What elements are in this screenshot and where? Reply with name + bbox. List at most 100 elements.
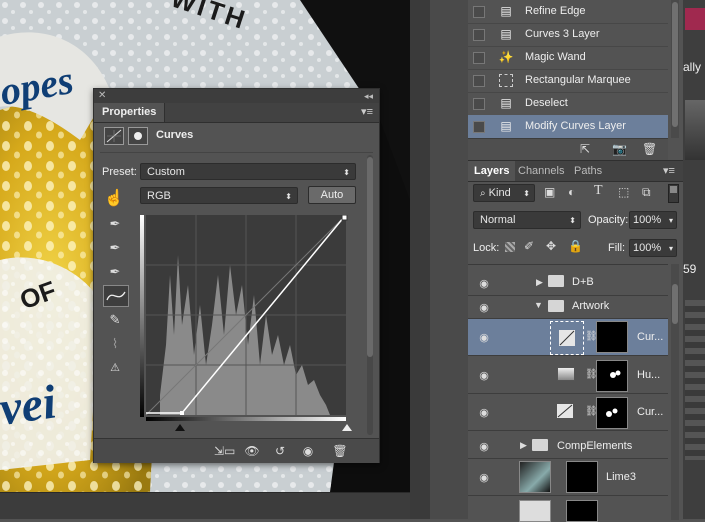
eyedropper-black-icon[interactable]: ✒ [106,215,124,233]
lock-position-icon[interactable]: ✥ [546,239,556,253]
dropdown-arrow-icon[interactable]: ▾ [669,240,673,257]
expand-arrow-icon[interactable]: ▶ [520,440,527,451]
layer-mask-icon[interactable] [128,127,148,145]
layer-row-group[interactable]: ◉ ▶ CompElements [468,434,668,459]
delete-state-icon[interactable]: 🗑 [642,142,657,156]
lock-all-icon[interactable]: 🔒 [568,239,583,253]
lock-transparency-icon[interactable] [505,242,515,252]
auto-button[interactable]: Auto [308,186,356,204]
history-scrollbar[interactable] [671,0,679,138]
history-brush-checkbox[interactable] [473,75,485,87]
expand-arrow-icon[interactable]: ▶ [536,277,543,288]
delete-adjustment-icon[interactable]: 🗑 [330,443,350,459]
layer-row[interactable]: ◉ Lime3 [468,459,668,496]
select-arrows-icon: ⬍ [569,216,576,225]
panel-menu-icon[interactable]: ▾≡ [361,105,373,118]
reset-icon[interactable]: ↺ [270,443,290,459]
layer-row[interactable]: ◉ ⛓ Cur... [468,394,668,431]
lock-pixels-icon[interactable]: ✐ [524,239,534,253]
layer-mask-thumbnail[interactable] [596,321,628,353]
collapse-icon[interactable]: ◂◂ [364,89,373,103]
opacity-input[interactable]: 100% ▾ [629,211,677,229]
layer-mask-thumbnail[interactable] [596,360,628,392]
color-swatch[interactable] [685,8,705,30]
visibility-eye-icon[interactable]: ◉ [476,369,492,382]
visibility-eye-icon[interactable]: ◉ [476,277,492,290]
layers-scrollbar[interactable] [671,264,679,520]
history-brush-checkbox[interactable] [473,52,485,64]
history-brush-checkbox[interactable] [473,121,485,133]
curves-graph[interactable] [140,214,348,423]
preset-select[interactable]: Custom ⬍ [140,163,356,180]
eyedropper-gray-icon[interactable]: ✒ [106,239,124,257]
filter-pixel-icon[interactable]: ▣ [544,185,555,199]
layer-row-partial[interactable] [468,496,668,522]
history-item[interactable]: ▤ Deselect [468,92,668,116]
panel-title-bar[interactable]: ✕ ◂◂ [94,89,379,103]
layer-thumbnail[interactable] [519,461,551,493]
clip-to-layer-icon[interactable]: ⇲▭ [214,443,235,459]
dropdown-arrow-icon[interactable]: ▾ [669,212,673,229]
targeted-adjustment-icon[interactable]: ☝ [104,188,124,208]
history-item-label: Refine Edge [525,5,586,17]
visibility-eye-icon[interactable]: ◉ [476,471,492,484]
history-item[interactable]: ▤ Curves 3 Layer [468,23,668,47]
layer-mask-thumbnail[interactable] [596,397,628,429]
white-point-slider[interactable] [342,424,352,431]
fill-label: Fill: [608,242,626,254]
horizontal-scrollbar[interactable] [0,492,410,519]
visibility-eye-icon[interactable]: ◉ [476,331,492,344]
history-item-active[interactable]: ▤ Modify Curves Layer [468,115,668,139]
history-brush-checkbox[interactable] [473,29,485,41]
layer-mask-thumbnail[interactable] [566,461,598,493]
collapse-arrow-icon[interactable]: ▼ [534,300,543,310]
history-item[interactable]: Rectangular Marquee [468,69,668,93]
smooth-curve-icon[interactable]: ⌇ [106,335,124,353]
curve-point-shadow[interactable] [180,411,184,415]
filter-toggle[interactable] [668,184,679,203]
curve-point-highlight[interactable] [341,214,348,221]
toggle-visibility-icon[interactable]: ◉ [298,443,318,459]
curve-points-tool-icon[interactable] [103,285,129,307]
visibility-eye-icon[interactable]: ◉ [476,301,492,314]
filter-adjustment-icon[interactable]: ◐ [568,185,575,199]
document-icon: ▤ [500,96,512,110]
layer-row-group[interactable]: ◉ ▶ D+B [468,271,668,296]
lock-label: Lock: [473,242,500,254]
tab-paths[interactable]: Paths [568,161,608,181]
filter-shape-icon[interactable]: ⬚ [618,185,629,199]
tab-layers[interactable]: Layers [468,161,516,181]
fill-input[interactable]: 100% ▾ [629,239,677,257]
pencil-icon[interactable]: ✎ [106,311,124,329]
history-footer: ⇱ 📷 🗑 [468,138,668,161]
layer-row-selected[interactable]: ◉ ⛓ Cur... [468,319,668,356]
history-item[interactable]: ▤ Refine Edge [468,0,668,24]
filter-kind-select[interactable]: ⌕ Kind ⬍ [473,184,535,202]
curves-graph-svg[interactable] [140,214,348,423]
new-snapshot-icon[interactable]: 📷 [612,142,627,156]
history-item[interactable]: ✨ Magic Wand [468,46,668,70]
clipping-warning-icon[interactable]: ⚠ [106,359,124,377]
panel-menu-icon[interactable]: ▾≡ [663,164,675,177]
eyedropper-white-icon[interactable]: ✒ [106,263,124,281]
close-icon[interactable]: ✕ [98,89,106,103]
history-brush-checkbox[interactable] [473,98,485,110]
visibility-eye-icon[interactable]: ◉ [476,440,492,453]
history-brush-checkbox[interactable] [473,6,485,18]
tab-properties[interactable]: Properties [94,103,166,122]
filter-type-icon[interactable]: T [594,183,603,199]
new-document-from-state-icon[interactable]: ⇱ [580,142,590,156]
layer-row-group[interactable]: ◉ ▼ Artwork [468,296,668,319]
clipped-text-59: 59 [683,262,697,276]
black-point-slider[interactable] [175,424,185,431]
curves-adjustment-icon[interactable] [104,127,124,145]
layer-row[interactable]: ◉ ⛓ Hu... [468,357,668,394]
filter-smart-object-icon[interactable]: ⧉ [642,185,651,200]
blend-mode-select[interactable]: Normal ⬍ [473,211,581,229]
view-previous-state-icon[interactable]: 👁 [242,443,262,459]
channel-select[interactable]: RGB ⬍ [140,187,298,204]
properties-scrollbar[interactable] [367,155,373,435]
visibility-eye-icon[interactable]: ◉ [476,406,492,419]
tab-channels[interactable]: Channels [512,161,570,181]
search-icon: ⌕ [480,188,486,199]
